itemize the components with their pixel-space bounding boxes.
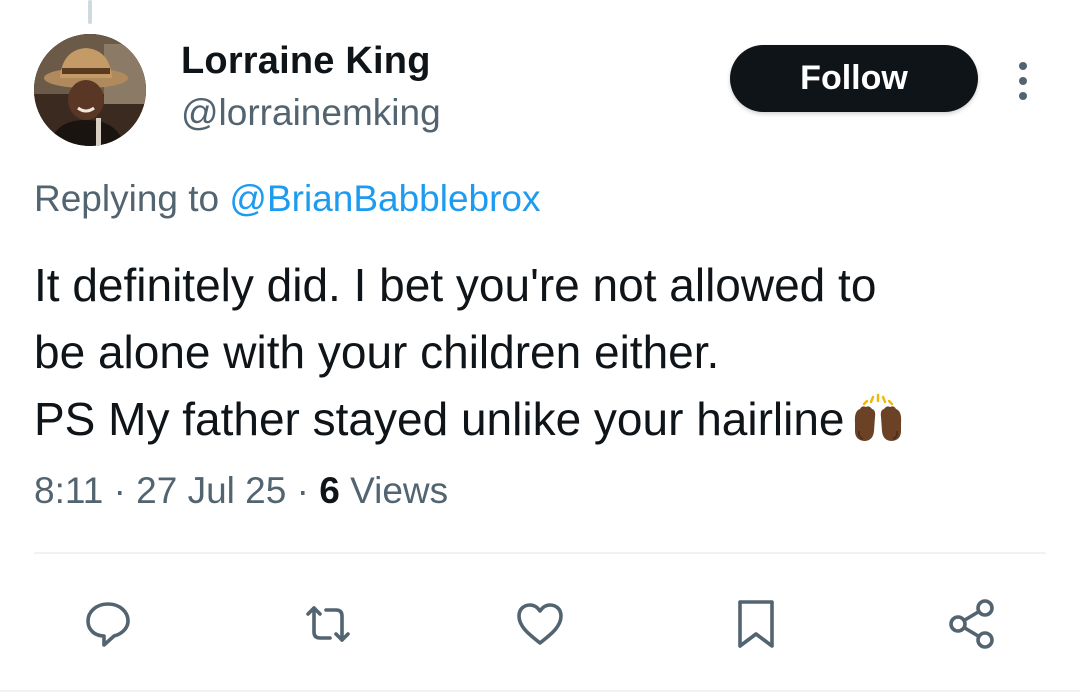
thread-connector-line — [88, 0, 92, 24]
replying-to-label: Replying to — [34, 178, 220, 219]
tweet-date[interactable]: 27 Jul 25 — [136, 470, 286, 511]
tweet-text-line-content: PS My father stayed unlike your hairline — [34, 393, 845, 445]
tweet-meta: 8:11 · 27 Jul 25 · 6 Views — [34, 470, 448, 512]
like-icon[interactable] — [512, 596, 568, 652]
replying-to: Replying to @BrianBabblebrox — [34, 178, 541, 220]
bookmark-icon[interactable] — [728, 596, 784, 652]
tweet-text-line: be alone with your children either. — [34, 326, 720, 378]
author-handle[interactable]: @lorrainemking — [181, 92, 441, 134]
divider — [34, 552, 1046, 554]
avatar[interactable] — [34, 34, 146, 146]
reply-mention-link[interactable]: @BrianBabblebrox — [229, 178, 540, 219]
views-count: 6 — [319, 470, 340, 511]
author-display-name[interactable]: Lorraine King — [181, 40, 431, 83]
share-icon[interactable] — [944, 596, 1000, 652]
tweet-text-line-last: PS My father stayed unlike your hairline — [34, 386, 1044, 453]
tweet-text-line: It definitely did. I bet you're not allo… — [34, 259, 877, 311]
meta-separator: · — [113, 470, 126, 511]
views-label: Views — [350, 470, 449, 511]
tweet-time[interactable]: 8:11 — [34, 470, 103, 511]
avatar-image — [34, 34, 146, 146]
raising-hands-emoji — [854, 393, 901, 441]
bottom-divider — [0, 690, 1080, 692]
retweet-icon[interactable] — [300, 596, 356, 652]
more-vertical-icon[interactable] — [1005, 56, 1041, 106]
tweet-text: It definitely did. I bet you're not allo… — [34, 252, 1044, 453]
meta-separator: · — [296, 470, 309, 511]
follow-button[interactable]: Follow — [730, 45, 978, 112]
reply-icon[interactable] — [80, 596, 136, 652]
